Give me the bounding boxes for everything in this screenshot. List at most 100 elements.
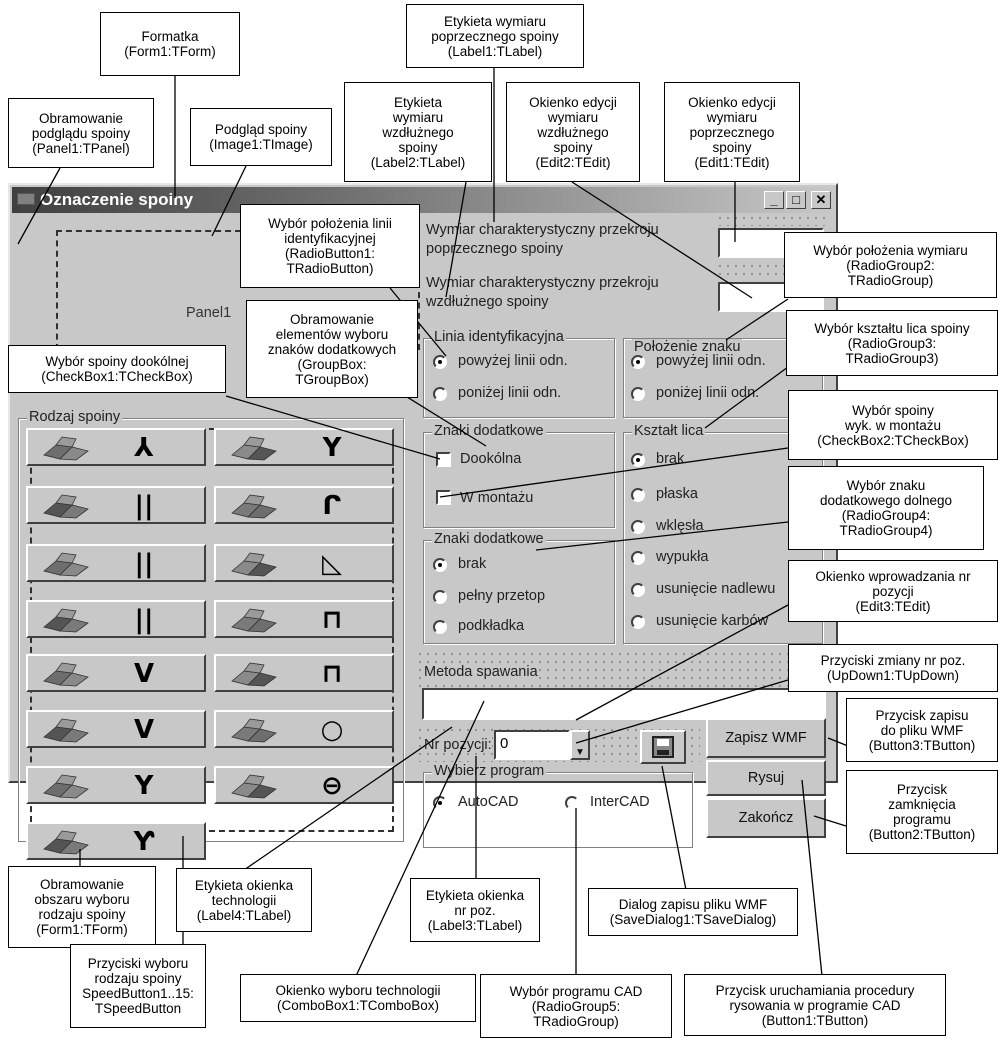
- lower-backing-radio[interactable]: [433, 620, 447, 634]
- maximize-button[interactable]: □: [786, 191, 806, 209]
- callout-label1: Etykieta wymiaru poprzecznego spoiny (La…: [406, 4, 584, 68]
- label-longitudinal-dimension-2: wzdłużnego spoiny: [426, 294, 549, 310]
- face-convex-label: wypukła: [656, 549, 709, 565]
- weld-type-caption: Rodzaj spoiny: [27, 409, 123, 425]
- dotted-grid: [716, 214, 828, 226]
- slot-weld-3d-icon: [231, 662, 277, 687]
- face-none-radio[interactable]: [631, 453, 645, 467]
- weld-symbol: ⊖: [321, 771, 343, 801]
- callout-text: Okienko edycji wymiaru poprzecznego spoi…: [688, 94, 776, 170]
- callout-image1: Podgląd spoiny (Image1:TImage): [190, 108, 332, 166]
- position-updown[interactable]: ▼: [570, 730, 590, 760]
- callout-text: Przycisk uruchamiania procedury rysowani…: [715, 982, 915, 1028]
- callout-text: Etykieta okienka technologii (Label4:TLa…: [194, 877, 294, 923]
- weld-symbol: ||: [134, 605, 154, 635]
- face-convex-radio[interactable]: [631, 551, 645, 565]
- callout-text: Przycisk zapisu do pliku WMF (Button3:TB…: [868, 707, 976, 753]
- callout-radiogroup5: Wybór programu CAD (RadioGroup5: TRadioG…: [480, 974, 672, 1038]
- weld-symbol: Y: [322, 433, 342, 463]
- speed-button-14[interactable]: ⊖: [214, 766, 394, 804]
- face-shape-caption: Kształt lica: [632, 423, 706, 439]
- fillet-tee-weld-3d-icon: [231, 552, 277, 577]
- callout-checkbox2: Wybór spoiny wyk. w montażu (CheckBox2:T…: [788, 390, 998, 460]
- face-remove-notches-label: usunięcie karbów: [656, 613, 769, 629]
- all-around-label: Dookólna: [460, 451, 522, 467]
- close-button[interactable]: ✕: [811, 191, 831, 209]
- speed-button-7[interactable]: ||: [26, 600, 206, 638]
- weld-symbol: ◺: [322, 549, 342, 579]
- weld-symbol: V: [133, 659, 155, 689]
- sign-below-label: poniżej linii odn.: [656, 385, 760, 401]
- save-wmf-button[interactable]: Zapisz WMF: [706, 718, 826, 758]
- spin-down-icon: ▼: [575, 747, 585, 758]
- speed-button-2[interactable]: Y: [214, 428, 394, 466]
- id-line-group: Linia identyfikacyjna: [423, 329, 615, 418]
- u-groove-weld-3d-icon: [231, 436, 277, 461]
- label-transverse-dimension-1: Wymiar charakterystyczny przekroju: [426, 222, 659, 238]
- v-groove-weld-3d-icon: [43, 662, 89, 687]
- close-program-button[interactable]: Zakończ: [706, 798, 826, 838]
- callout-radiogroup4: Wybór znaku dodatkowego dolnego (RadioGr…: [788, 466, 984, 550]
- callout-text: Etykieta wymiaru wzdłużnego spoiny (Labe…: [370, 94, 466, 170]
- callout-updown1: Przyciski zmiany nr poz. (UpDown1:TUpDow…: [788, 644, 998, 692]
- y-groove-weld-3d-icon: [43, 774, 89, 799]
- weld-symbol: ○: [320, 715, 344, 745]
- face-remove-overflow-radio[interactable]: [631, 583, 645, 597]
- callout-button1: Przycisk uruchamiania procedury rysowani…: [684, 974, 946, 1036]
- position-edit[interactable]: 0: [494, 730, 570, 760]
- floppy-disk-icon: [652, 736, 674, 758]
- speed-button-13[interactable]: Y: [26, 766, 206, 804]
- autocad-label: AutoCAD: [458, 794, 519, 810]
- mounting-label: W montażu: [460, 490, 534, 506]
- speed-button-1[interactable]: ⅄: [26, 428, 206, 466]
- callout-text: Przyciski zmiany nr poz. (UpDown1:TUpDow…: [820, 653, 966, 683]
- minimize-button[interactable]: _: [764, 191, 784, 209]
- autocad-radio[interactable]: [433, 796, 447, 810]
- mounting-checkbox[interactable]: [436, 490, 451, 505]
- speed-button-8[interactable]: ⊓: [214, 600, 394, 638]
- callout-form1: Formatka (Form1:TForm): [100, 12, 240, 76]
- speed-button-11[interactable]: V: [26, 710, 206, 748]
- face-concave-radio[interactable]: [631, 520, 645, 534]
- speed-button-10[interactable]: ⊓: [214, 654, 394, 692]
- callout-edit2: Okienko edycji wymiaru wzdłużnego spoiny…: [506, 82, 640, 182]
- id-line-below-radio[interactable]: [433, 387, 447, 401]
- speed-button-9[interactable]: V: [26, 654, 206, 692]
- callout-text: Wybór kształtu lica spoiny (RadioGroup3:…: [814, 320, 970, 366]
- bevel-groove-weld-3d-icon: [43, 718, 89, 743]
- speed-button-12[interactable]: ○: [214, 710, 394, 748]
- callout-text: Etykieta wymiaru poprzecznego spoiny (La…: [431, 13, 559, 59]
- lower-full-penetration-label: pełny przetop: [458, 588, 546, 604]
- lower-full-penetration-radio[interactable]: [433, 590, 447, 604]
- speed-button-3[interactable]: ||: [26, 486, 206, 524]
- speed-button-15[interactable]: Ƴ: [26, 822, 206, 860]
- speed-button-4[interactable]: ᒋ: [214, 486, 394, 524]
- lower-none-radio[interactable]: [433, 558, 447, 572]
- callout-text: Przycisk zamknięcia programu (Button2:TB…: [868, 782, 976, 842]
- callout-combobox1: Okienko wyboru technologii (ComboBox1:TC…: [240, 974, 476, 1022]
- speed-button-6[interactable]: ◺: [214, 544, 394, 582]
- label-longitudinal-dimension-1: Wymiar charakterystyczny przekroju: [426, 275, 659, 291]
- draw-button[interactable]: Rysuj: [706, 760, 826, 796]
- callout-button2: Przycisk zamknięcia programu (Button2:TB…: [846, 770, 998, 854]
- callout-text: Okienko edycji wymiaru wzdłużnego spoiny…: [529, 94, 617, 170]
- face-flat-radio[interactable]: [631, 488, 645, 502]
- id-line-above-radio[interactable]: [433, 355, 447, 369]
- title-bar[interactable]: Oznaczenie spoiny _ □ ✕: [12, 187, 834, 213]
- callout-text: Obramowanie obszaru wyboru rodzaju spoin…: [34, 877, 130, 937]
- sign-below-radio[interactable]: [631, 387, 645, 401]
- fillet-weld-3d-icon: [43, 436, 89, 461]
- speed-button-5[interactable]: ||: [26, 544, 206, 582]
- extra-signs-groupbox: Znaki dodatkowe: [423, 423, 615, 528]
- all-around-checkbox[interactable]: [436, 452, 451, 467]
- face-remove-overflow-label: usunięcie nadlewu: [656, 581, 776, 597]
- id-line-above-label: powyżej linii odn.: [458, 353, 568, 369]
- welding-method-combobox[interactable]: [422, 688, 826, 720]
- sign-above-radio[interactable]: [631, 355, 645, 369]
- callout-text: Wybór położenia wymiaru (RadioGroup2: TR…: [813, 242, 968, 288]
- intercad-radio[interactable]: [565, 796, 579, 810]
- extra-signs-lower-caption: Znaki dodatkowe: [432, 531, 546, 547]
- face-remove-notches-radio[interactable]: [631, 615, 645, 629]
- callout-text: Obramowanie podglądu spoiny (Panel1:TPan…: [31, 110, 131, 156]
- callout-text: Przyciski wyboru rodzaju spoiny SpeedBut…: [82, 956, 194, 1016]
